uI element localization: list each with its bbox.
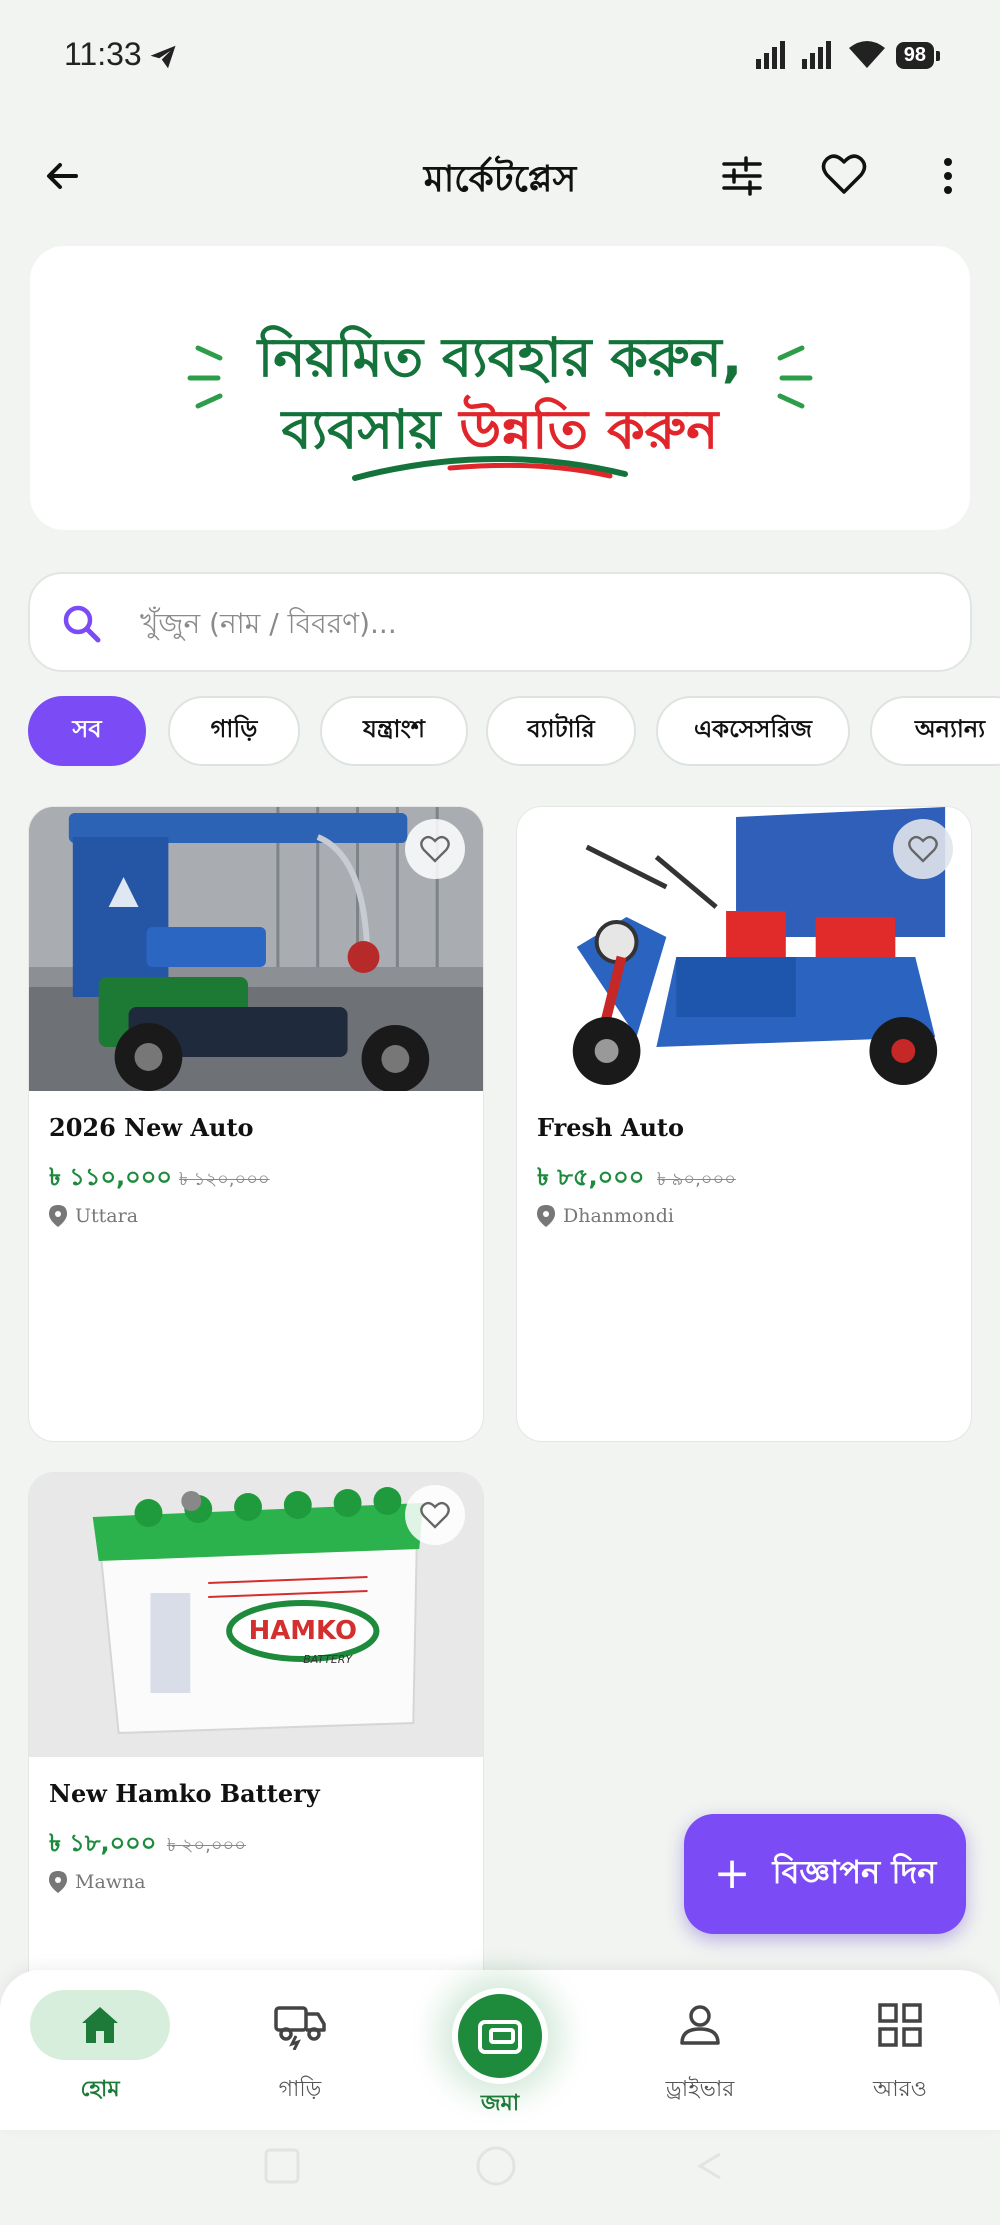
listing-card[interactable]: 2026 New Auto ৳ ১১০,০০০ ৳ ১২০,০০০ Uttara bbox=[28, 806, 484, 1442]
nav-home[interactable]: হোম bbox=[30, 1990, 170, 2110]
favorite-button[interactable] bbox=[893, 819, 953, 879]
listing-price: ৳ ৮৫,০০০ bbox=[537, 1163, 645, 1191]
chip-vehicles[interactable]: গাড়ি bbox=[168, 696, 300, 766]
home-icon bbox=[82, 2007, 118, 2043]
listing-title: New Hamko Battery bbox=[49, 1779, 320, 1808]
nav-home-highlight bbox=[30, 1990, 170, 2060]
favorite-button[interactable] bbox=[405, 1485, 465, 1545]
location-text: Uttara bbox=[75, 1205, 139, 1227]
recents-icon bbox=[264, 2148, 300, 2184]
search-input[interactable] bbox=[140, 598, 940, 648]
nav-home-label: হোম bbox=[80, 2077, 120, 2102]
nav-vehicle-label: গাড়ি bbox=[278, 2077, 322, 2102]
location-pin-icon bbox=[537, 1205, 555, 1227]
heart-icon bbox=[420, 1501, 450, 1529]
plus-icon: + bbox=[713, 1848, 751, 1899]
chip-accessories[interactable]: একসেসরিজ bbox=[656, 696, 850, 766]
search-bar[interactable] bbox=[28, 572, 972, 672]
brand-sub-text: BATTERY bbox=[303, 1653, 353, 1666]
chip-all[interactable]: সব bbox=[28, 696, 146, 766]
status-time: 11:33 bbox=[64, 36, 142, 72]
location-text: Mawna bbox=[75, 1871, 146, 1893]
listing-old-price: ৳ ১২০,০০০ bbox=[179, 1169, 270, 1190]
back-triangle-icon bbox=[697, 2152, 721, 2180]
grid-icon bbox=[878, 2003, 922, 2047]
location-pin-icon bbox=[49, 1205, 67, 1227]
listing-old-price: ৳ ৯০,০০০ bbox=[657, 1169, 736, 1190]
banner-headline-2: ব্যবসায় উন্নতি করুন bbox=[30, 388, 970, 478]
promo-banner[interactable]: নিয়মিত ব্যবহার করুন, ব্যবসায় উন্নতি কর… bbox=[30, 246, 970, 530]
status-icons: 98 bbox=[755, 40, 941, 70]
listing-price: ৳ ১৮,০০০ bbox=[49, 1829, 157, 1857]
nav-deposit-button[interactable] bbox=[452, 1988, 548, 2084]
search-icon bbox=[63, 605, 101, 643]
heart-icon bbox=[420, 835, 450, 863]
nav-driver-label: ড্রাইভার bbox=[665, 2077, 735, 2102]
nav-deposit-label: জমা bbox=[480, 2091, 520, 2116]
listing-location: Mawna bbox=[49, 1871, 146, 1893]
wifi-icon bbox=[848, 41, 885, 68]
listing-location: Dhanmondi bbox=[537, 1205, 674, 1227]
filter-icon[interactable] bbox=[718, 152, 766, 200]
battery-indicator: 98 bbox=[895, 41, 941, 69]
location-text: Dhanmondi bbox=[563, 1205, 674, 1227]
chip-parts[interactable]: যন্ত্রাংশ bbox=[320, 696, 468, 766]
post-ad-label: বিজ্ঞাপন দিন bbox=[772, 1853, 937, 1891]
nav-driver[interactable]: ড্রাইভার bbox=[630, 1990, 770, 2110]
listing-price: ৳ ১১০,০০০ bbox=[49, 1163, 172, 1191]
more-vertical-icon[interactable] bbox=[928, 152, 968, 200]
wallet-icon bbox=[478, 2020, 522, 2054]
system-navigation-bar bbox=[264, 2146, 721, 2186]
status-bar: 11:33 98 bbox=[0, 0, 1000, 110]
person-icon bbox=[680, 2005, 720, 2045]
listing-card[interactable]: HAMKO BATTERY New Hamko Battery ৳ ১৮,০০০… bbox=[28, 1472, 484, 2032]
listing-title: 2026 New Auto bbox=[49, 1113, 254, 1142]
nav-more-label: আরও bbox=[873, 2077, 927, 2102]
banner-headline-2a: ব্যবসায় bbox=[281, 398, 460, 461]
heart-icon bbox=[908, 835, 938, 863]
brand-logo-text: HAMKO bbox=[249, 1616, 357, 1646]
listing-old-price: ৳ ২০,০০০ bbox=[167, 1835, 246, 1856]
vehicle-icon bbox=[274, 2006, 326, 2050]
telegram-icon bbox=[150, 45, 176, 69]
favorite-button[interactable] bbox=[405, 819, 465, 879]
location-pin-icon bbox=[49, 1871, 67, 1893]
chip-battery[interactable]: ব্যাটারি bbox=[486, 696, 636, 766]
nav-more[interactable]: আরও bbox=[830, 1990, 970, 2110]
category-chips: সব গাড়ি যন্ত্রাংশ ব্যাটারি একসেসরিজ অন্… bbox=[28, 696, 1000, 768]
signal-icon bbox=[755, 41, 785, 69]
nav-vehicle[interactable]: গাড়ি bbox=[230, 1990, 370, 2110]
listing-card[interactable]: Fresh Auto ৳ ৮৫,০০০ ৳ ৯০,০০০ Dhanmondi bbox=[516, 806, 972, 1442]
listing-title: Fresh Auto bbox=[537, 1113, 685, 1142]
listing-location: Uttara bbox=[49, 1205, 138, 1227]
post-ad-button[interactable]: + বিজ্ঞাপন দিন bbox=[684, 1814, 966, 1934]
signal-icon-2 bbox=[801, 41, 831, 69]
chip-others[interactable]: অন্যান্য bbox=[870, 696, 1000, 766]
banner-headline-2b: উন্নতি করুন bbox=[459, 398, 719, 461]
home-circle-icon bbox=[476, 2146, 516, 2186]
app-bar: মার্কেটপ্লেস bbox=[0, 130, 1000, 222]
favorites-heart-icon[interactable] bbox=[820, 150, 868, 198]
